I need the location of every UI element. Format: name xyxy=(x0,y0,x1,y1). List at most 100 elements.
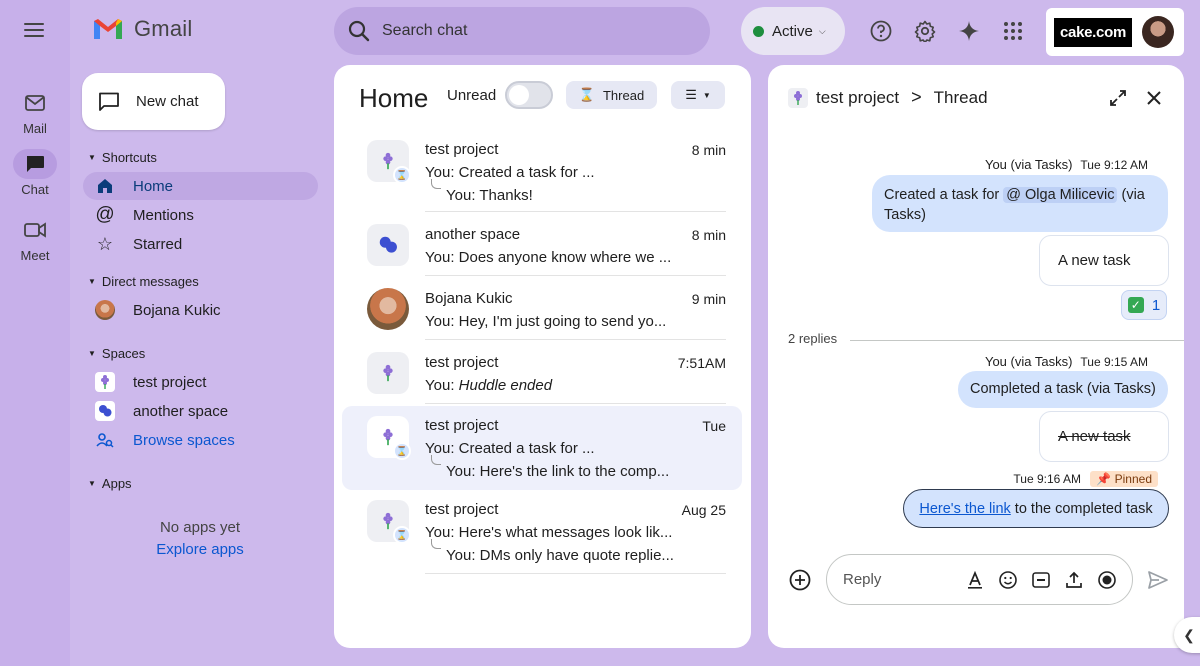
home-panel: Home Unread ⌛ Thread ☰ ▼ ⌛ test project … xyxy=(334,65,751,648)
task-card[interactable]: A new task xyxy=(1039,235,1169,286)
section-spaces[interactable]: ▼ Spaces xyxy=(88,346,145,361)
sidebar-item-label: Mentions xyxy=(133,206,194,224)
explore-apps-link[interactable]: Explore apps xyxy=(100,541,300,558)
browse-spaces-link[interactable]: Browse spaces xyxy=(83,426,318,454)
conversation-preview: You: Hey, I'm just going to send yo... xyxy=(425,313,667,330)
new-chat-icon xyxy=(99,92,119,111)
message-bubble[interactable]: Created a task for @ Olga Milicevic (via… xyxy=(872,175,1168,232)
pinned-badge: 📌 Pinned xyxy=(1090,471,1158,487)
conversation-item[interactable]: test project 7:51AM You: Huddle ended xyxy=(342,340,742,404)
rail-item-mail[interactable]: Mail xyxy=(0,88,70,136)
conversation-time: 9 min xyxy=(691,291,726,307)
new-chat-label: New chat xyxy=(136,93,199,110)
caret-down-icon: ▼ xyxy=(88,277,96,286)
no-apps-text: No apps yet xyxy=(159,519,241,536)
account-switcher[interactable]: cake.com xyxy=(1046,8,1184,56)
thread-filter-chip[interactable]: ⌛ Thread xyxy=(566,81,657,109)
hyacinth-space-icon xyxy=(367,352,409,394)
unread-toggle[interactable] xyxy=(505,81,553,109)
rail-item-meet[interactable]: Meet xyxy=(0,215,70,263)
conversation-preview: You: Does anyone know where we ... xyxy=(425,249,672,266)
reply-connector xyxy=(431,179,441,189)
active-status-dot xyxy=(753,25,764,37)
search-icon xyxy=(348,20,370,42)
status-label: Active xyxy=(772,22,813,40)
message-link[interactable]: Here's the link xyxy=(919,501,1010,517)
logo-text: Gmail xyxy=(134,16,193,41)
conversation-item[interactable]: ⌛ test project 8 min You: Created a task… xyxy=(342,132,742,212)
close-icon[interactable] xyxy=(1143,87,1165,109)
star-icon: ☆ xyxy=(96,233,114,254)
gmail-m-icon xyxy=(94,19,122,39)
status-button[interactable]: Active ⌵ xyxy=(741,7,845,55)
conversation-preview: You: Created a task for ... xyxy=(425,440,595,457)
sidebar-item-home[interactable]: Home xyxy=(83,172,318,200)
conversation-item-selected[interactable]: ⌛ test project Tue You: Created a task f… xyxy=(342,406,742,490)
conversation-name: test project xyxy=(425,141,499,158)
user-mention[interactable]: @ Olga Milicevic xyxy=(1003,187,1118,203)
search-input[interactable] xyxy=(382,22,682,40)
emoji-icon[interactable] xyxy=(997,569,1019,591)
hyacinth-space-icon xyxy=(788,87,808,108)
thread-badge-icon: ⌛ xyxy=(393,166,411,184)
thread-space-name[interactable]: test project xyxy=(816,88,899,108)
message-sender: You (via Tasks) xyxy=(984,354,1073,369)
chat-icon xyxy=(13,149,57,179)
pin-icon: 📌 xyxy=(1096,472,1112,486)
reaction-chip[interactable]: ✓ 1 xyxy=(1121,290,1167,320)
settings-gear-icon[interactable] xyxy=(913,19,937,43)
preview-prefix: You: xyxy=(425,377,459,394)
sidebar-item-label: test project xyxy=(133,373,207,391)
user-avatar[interactable] xyxy=(1141,16,1174,48)
view-options-button[interactable]: ☰ ▼ xyxy=(671,81,725,109)
section-apps[interactable]: ▼ Apps xyxy=(88,476,132,491)
new-chat-button[interactable]: New chat xyxy=(82,73,225,130)
message-text: Created a task for xyxy=(884,187,1000,203)
thread-header: test project > Thread xyxy=(788,87,988,108)
divider xyxy=(425,403,726,404)
video-icon xyxy=(13,215,57,245)
conversation-time: 8 min xyxy=(691,227,726,243)
divider xyxy=(850,340,1184,341)
section-label: Direct messages xyxy=(101,274,199,289)
sidebar-item-space-test-project[interactable]: test project xyxy=(83,368,318,396)
conversation-preview: You: Here's what messages look lik... xyxy=(425,524,673,541)
conversation-item[interactable]: Bojana Kukic 9 min You: Hey, I'm just go… xyxy=(342,276,742,340)
message-sender: You (via Tasks) xyxy=(984,157,1073,172)
text-format-icon[interactable] xyxy=(964,569,986,591)
gmail-logo[interactable]: Gmail xyxy=(92,16,192,42)
section-shortcuts[interactable]: ▼ Shortcuts xyxy=(88,150,157,165)
sidebar-item-starred[interactable]: ☆ Starred xyxy=(83,230,318,258)
reply-input[interactable] xyxy=(843,571,953,588)
help-icon[interactable] xyxy=(869,19,893,43)
sidebar-item-dm-bojana[interactable]: Bojana Kukic xyxy=(83,296,318,324)
rail-item-chat[interactable]: Chat xyxy=(0,149,70,197)
message-bubble[interactable]: Completed a task (via Tasks) xyxy=(958,371,1168,408)
conversation-time: Tue xyxy=(702,418,726,434)
rail-item-label: Mail xyxy=(23,121,47,136)
record-video-icon[interactable] xyxy=(1096,569,1118,591)
conversation-time: 8 min xyxy=(691,142,726,158)
sidebar-item-space-another-space[interactable]: another space xyxy=(83,397,318,425)
add-attachment-icon[interactable] xyxy=(789,569,811,591)
gemini-sparkle-icon[interactable] xyxy=(957,19,981,43)
section-direct-messages[interactable]: ▼ Direct messages xyxy=(88,274,199,289)
sidebar-item-mentions[interactable]: @ Mentions xyxy=(83,201,318,229)
conversation-preview: You: Huddle ended xyxy=(425,377,552,394)
search-bar[interactable] xyxy=(334,7,710,55)
apps-grid-icon[interactable] xyxy=(1001,19,1025,43)
task-card-completed[interactable]: A new task xyxy=(1039,411,1169,462)
main-menu-icon[interactable] xyxy=(22,20,46,44)
upload-icon[interactable] xyxy=(1063,569,1085,591)
send-icon[interactable] xyxy=(1147,569,1169,591)
pinned-message-bubble[interactable]: Here's the link to the completed task xyxy=(903,489,1169,528)
conversation-item[interactable]: another space 8 min You: Does anyone kno… xyxy=(342,212,742,276)
section-label: Spaces xyxy=(101,346,146,361)
caret-down-icon: ▼ xyxy=(88,153,96,162)
conversation-time: Aug 25 xyxy=(681,502,726,518)
conversation-item[interactable]: ⌛ test project Aug 25 You: Here's what m… xyxy=(342,490,742,574)
conversation-reply-preview: You: Thanks! xyxy=(446,187,533,204)
gif-icon[interactable] xyxy=(1030,569,1052,591)
expand-icon[interactable] xyxy=(1107,87,1129,109)
thread-badge-icon: ⌛ xyxy=(393,442,411,460)
